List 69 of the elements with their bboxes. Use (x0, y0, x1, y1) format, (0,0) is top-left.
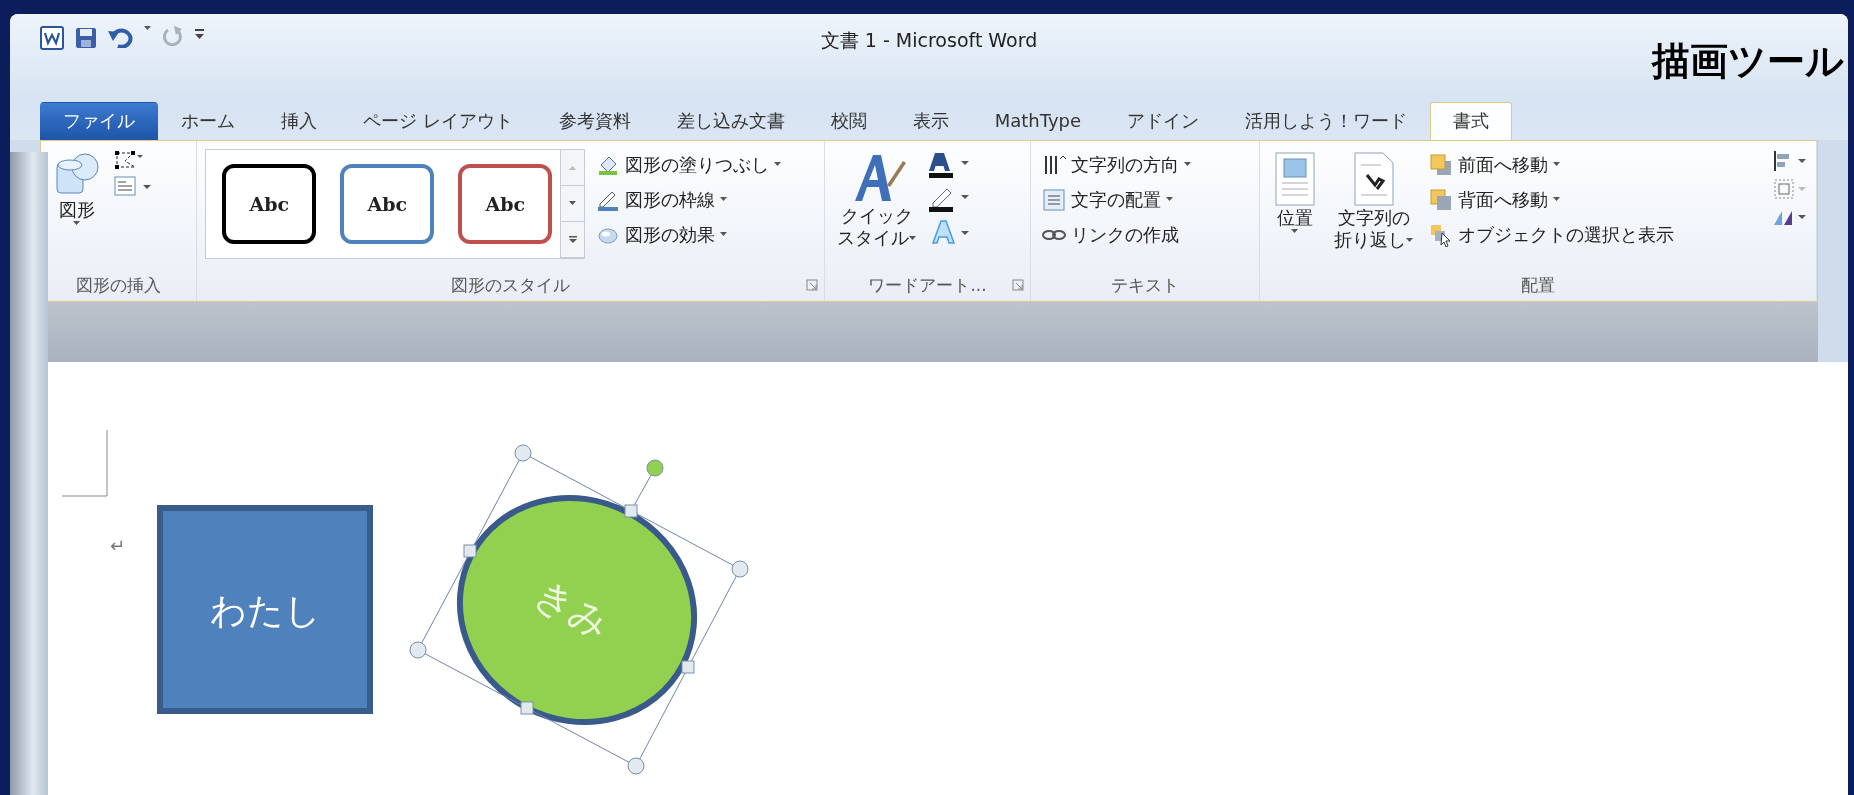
shape-text: きみ (527, 571, 618, 647)
bring-forward-icon (1428, 152, 1453, 177)
ribbon-command[interactable]: 図形の効果 (593, 219, 786, 250)
group-label: 配置 (1520, 275, 1555, 295)
margin-corner-mark (61, 429, 108, 497)
contextual-tab-label: 描画ツール (1652, 42, 1844, 80)
caret-icon (720, 197, 729, 202)
group-label: ワードアート... (868, 275, 987, 295)
caret-icon (1166, 197, 1174, 202)
caret-icon (73, 220, 81, 226)
file-tab[interactable]: ファイル (40, 102, 158, 140)
expand-icon (568, 235, 577, 244)
ribbon-tab[interactable]: 校閲 (807, 102, 890, 140)
wrap-text-button[interactable]: 文字列の 折り返し (1329, 149, 1418, 271)
ribbon-command[interactable]: 前面へ移動 (1425, 149, 1677, 180)
caret-icon (1290, 228, 1299, 234)
save-icon[interactable] (74, 26, 98, 50)
caret-icon (1552, 162, 1561, 167)
selection-pane-icon (1428, 222, 1453, 247)
ribbon-tab[interactable]: アドイン (1104, 102, 1223, 140)
ribbon-command[interactable]: 背面へ移動 (1425, 184, 1677, 215)
word-logo-icon[interactable] (40, 26, 64, 50)
caret-icon (1552, 197, 1561, 202)
shapes-button[interactable]: 図形 (49, 149, 105, 271)
group-label: テキスト (1110, 275, 1179, 295)
ribbon-tab[interactable]: ページ レイアウト (340, 102, 536, 140)
ribbon-tab[interactable]: ホーム (158, 102, 258, 140)
ribbon-command[interactable]: 文字の配置 (1039, 184, 1195, 215)
undo-icon[interactable] (108, 26, 134, 48)
circle-shape[interactable] (457, 494, 697, 726)
ribbon-command[interactable]: 図形の枠線 (593, 184, 786, 215)
paragraph-mark: ↵ (110, 534, 126, 558)
ribbon-tab[interactable]: 活用しよう！ワード (1222, 102, 1431, 140)
send-backward-icon (1428, 187, 1453, 212)
caret-icon (1405, 238, 1414, 244)
align-text-icon (1042, 187, 1066, 212)
edit-points-icon[interactable] (113, 149, 143, 171)
caret-icon[interactable] (144, 26, 152, 31)
more-styles-button[interactable] (561, 222, 585, 258)
up-arrow-icon (568, 165, 577, 170)
window-title: 文書 1 - Microsoft Word (820, 28, 1038, 53)
caret-icon (720, 232, 729, 237)
ribbon-tab[interactable]: 差し込み文書 (653, 102, 808, 140)
ribbon-tab[interactable]: 挿入 (258, 102, 340, 140)
ribbon-tab[interactable]: MathType (971, 102, 1105, 140)
style-swatch[interactable]: Abc (340, 164, 435, 244)
align-icon[interactable] (1772, 149, 1808, 173)
selection-frame[interactable] (409, 444, 749, 775)
caret-icon (774, 162, 783, 167)
group-label: 図形のスタイル (451, 275, 571, 295)
ribbon-command[interactable]: オブジェクトの選択と表示 (1425, 219, 1677, 250)
caret-icon (909, 236, 918, 242)
ribbon-tab[interactable]: 表示 (889, 102, 972, 140)
down-arrow-icon (568, 201, 577, 206)
group-label: 図形の挿入 (76, 275, 162, 295)
dialog-launcher-icon[interactable] (806, 279, 819, 291)
style-swatch[interactable]: Abc (458, 164, 553, 244)
ribbon-tab[interactable]: 参考資料 (535, 102, 654, 140)
customize-quick-access-icon[interactable] (194, 26, 206, 40)
shape-text: わたし (209, 590, 321, 631)
quick-styles-button[interactable]: クイック スタイル (833, 149, 922, 271)
dialog-launcher-icon[interactable] (1012, 279, 1024, 291)
ribbon-tab[interactable]: 書式 (1430, 102, 1513, 140)
position-button[interactable]: 位置 (1267, 149, 1322, 271)
ribbon-command[interactable]: 図形の塗りつぶし (593, 149, 786, 180)
ribbon-command[interactable]: 文字列の方向 (1039, 149, 1195, 180)
caret-icon (1184, 162, 1192, 167)
style-swatch[interactable]: Abc (222, 164, 317, 244)
ribbon-command[interactable]: リンクの作成 (1039, 219, 1195, 250)
